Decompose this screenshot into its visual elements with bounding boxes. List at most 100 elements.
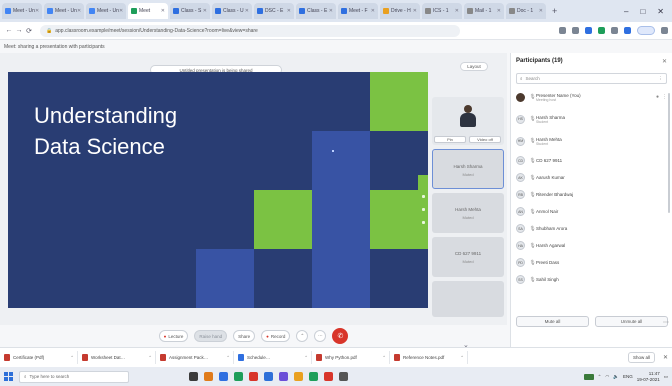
- participant-row[interactable]: CD 🎙 CD 627 9911: [511, 152, 672, 169]
- minimize-button[interactable]: –: [624, 7, 628, 16]
- participant-row[interactable]: HM 🎙 Harsh Mehta Student: [511, 130, 672, 152]
- new-tab-button[interactable]: +: [552, 6, 557, 16]
- participant-row[interactable]: PD 🎙 Preeti Dass: [511, 254, 672, 271]
- mic-icon[interactable]: 🎙: [529, 209, 536, 215]
- taskbar-app-icon[interactable]: [324, 372, 333, 381]
- more-options-icon[interactable]: ⋯: [314, 330, 327, 342]
- avatar-icon[interactable]: [624, 27, 631, 34]
- participant-row[interactable]: HS 🎙 Harsh Sharma Student: [511, 108, 672, 130]
- back-icon[interactable]: ←: [4, 27, 14, 34]
- taskbar-app-icon[interactable]: [234, 372, 243, 381]
- chevron-up-icon[interactable]: ⌃: [598, 374, 602, 380]
- close-tab-icon[interactable]: ✕: [119, 8, 123, 14]
- chevron-up-icon[interactable]: ⌃: [304, 355, 308, 361]
- download-item[interactable]: Certificate (Pdf) ⌃: [4, 351, 78, 364]
- close-tab-icon[interactable]: ✕: [539, 8, 543, 14]
- download-item[interactable]: Why Python.pdf ⌃: [316, 351, 390, 364]
- browser-tab[interactable]: Meet - Un ✕: [86, 3, 126, 19]
- mic-icon[interactable]: 🎙: [529, 226, 536, 232]
- close-tab-icon[interactable]: ✕: [455, 8, 459, 14]
- taskbar-app-icon[interactable]: [309, 372, 318, 381]
- extension-icon[interactable]: [598, 27, 605, 34]
- extension-icon[interactable]: [585, 27, 592, 34]
- participant-list-scrollbar[interactable]: [668, 93, 670, 213]
- taskbar-app-icon[interactable]: [189, 372, 198, 381]
- notifications-icon[interactable]: ▭: [664, 374, 668, 380]
- chevron-up-icon[interactable]: ⌃: [226, 355, 230, 361]
- end-call-icon[interactable]: ✆: [332, 328, 349, 344]
- close-tab-icon[interactable]: ✕: [77, 8, 81, 14]
- taskbar-app-icon[interactable]: [294, 372, 303, 381]
- chevron-up-icon[interactable]: ⌃: [70, 355, 74, 361]
- browser-tab[interactable]: DSC - E ✕: [254, 3, 294, 19]
- layout-button[interactable]: Layout: [460, 62, 488, 71]
- close-tab-icon[interactable]: ✕: [497, 8, 501, 14]
- participant-row[interactable]: SA 🎙 Shubham Arora: [511, 220, 672, 237]
- forward-icon[interactable]: →: [14, 27, 24, 34]
- mute-all-button[interactable]: Mute all: [516, 316, 589, 327]
- close-icon[interactable]: ✕: [663, 354, 668, 361]
- chevron-up-icon[interactable]: ⌃: [460, 355, 464, 361]
- chevron-up-icon[interactable]: ⌃: [296, 330, 309, 342]
- menu-icon[interactable]: [661, 27, 668, 34]
- raise-hand-button[interactable]: Raise hand: [194, 330, 228, 342]
- video-tile[interactable]: CD 627 9911 Muted: [432, 237, 504, 277]
- close-tab-icon[interactable]: ✕: [203, 8, 207, 14]
- unmute-all-button[interactable]: Unmute all: [595, 316, 668, 327]
- browser-tab[interactable]: Class - E ✕: [296, 3, 336, 19]
- download-item[interactable]: Reference Notes.pdf ⌃: [394, 351, 468, 364]
- mic-icon[interactable]: 🎙: [529, 175, 536, 181]
- participant-row[interactable]: AK 🎙 Aarush Kumar: [511, 169, 672, 186]
- slide-nav-rail[interactable]: [418, 175, 428, 243]
- participant-row[interactable]: AN 🎙 Anmol Nair: [511, 203, 672, 220]
- close-icon[interactable]: ✕: [662, 58, 667, 65]
- taskbar-app-icon[interactable]: [264, 372, 273, 381]
- reload-icon[interactable]: ⟳: [24, 27, 34, 35]
- download-item[interactable]: Schedule… ⌃: [238, 351, 312, 364]
- profile-button[interactable]: [637, 26, 655, 35]
- taskbar-app-icon[interactable]: [279, 372, 288, 381]
- taskbar-app-icon[interactable]: [339, 372, 348, 381]
- mic-icon[interactable]: 🎙: [529, 260, 536, 266]
- browser-tab[interactable]: Class - S ✕: [170, 3, 210, 19]
- close-tab-icon[interactable]: ✕: [245, 8, 249, 14]
- browser-tab[interactable]: ICS - 1 ✕: [422, 3, 462, 19]
- start-icon[interactable]: [4, 372, 13, 381]
- download-item[interactable]: Assignment Pack… ⌃: [160, 351, 234, 364]
- close-tab-icon[interactable]: ✕: [329, 8, 333, 14]
- close-tab-icon[interactable]: ✕: [371, 8, 375, 14]
- volume-icon[interactable]: 🔈: [613, 374, 619, 380]
- wifi-icon[interactable]: ◠: [605, 374, 609, 380]
- video-tile[interactable]: Harsh Sharma Muted: [432, 149, 504, 189]
- show-all-downloads-button[interactable]: Show all: [627, 352, 655, 363]
- chevron-up-icon[interactable]: ⌃: [382, 355, 386, 361]
- kebab-menu-icon[interactable]: ⋮: [661, 94, 668, 100]
- video-tile-self[interactable]: Pin Video off: [432, 97, 504, 145]
- mic-icon[interactable]: 🎙: [529, 243, 536, 249]
- puzzle-icon[interactable]: [611, 27, 618, 34]
- browser-tab[interactable]: Class - U ✕: [212, 3, 252, 19]
- mic-icon[interactable]: 🎙: [529, 158, 536, 164]
- close-tab-icon[interactable]: ✕: [287, 8, 291, 14]
- share-button[interactable]: Share: [233, 330, 256, 342]
- mic-icon[interactable]: 🎙: [529, 138, 536, 144]
- mic-icon[interactable]: 🎙: [529, 116, 536, 122]
- lecture-button[interactable]: ● Lecture: [158, 330, 189, 342]
- participant-search-input[interactable]: ⌕ Search ⋮: [516, 73, 667, 84]
- video-tile[interactable]: [432, 281, 504, 317]
- participant-row[interactable]: SS 🎙 Sahil Singh: [511, 271, 672, 288]
- record-button[interactable]: ● Record: [261, 330, 291, 342]
- pin-button[interactable]: Pin: [434, 136, 466, 143]
- browser-tab[interactable]: Meet - Un ✕: [2, 3, 42, 19]
- browser-tab[interactable]: Meet - Un ✕: [44, 3, 84, 19]
- browser-tab[interactable]: Drive - H ✕: [380, 3, 420, 19]
- maximize-button[interactable]: □: [640, 7, 645, 16]
- browser-tab[interactable]: Meet ✕: [128, 3, 168, 19]
- clock[interactable]: 11:47 19-07-2021: [637, 371, 660, 383]
- weather-icon[interactable]: [583, 373, 594, 380]
- download-item[interactable]: Worksheet Dat… ⌃: [82, 351, 156, 364]
- url-field[interactable]: 🔒 app.classroom.example/meet/session/Und…: [40, 24, 460, 37]
- taskbar-app-icon[interactable]: [219, 372, 228, 381]
- language-indicator[interactable]: ENG: [623, 374, 633, 379]
- participant-row[interactable]: 🎙 Presenter Name (You) Meeting host ● ⋮: [511, 86, 672, 108]
